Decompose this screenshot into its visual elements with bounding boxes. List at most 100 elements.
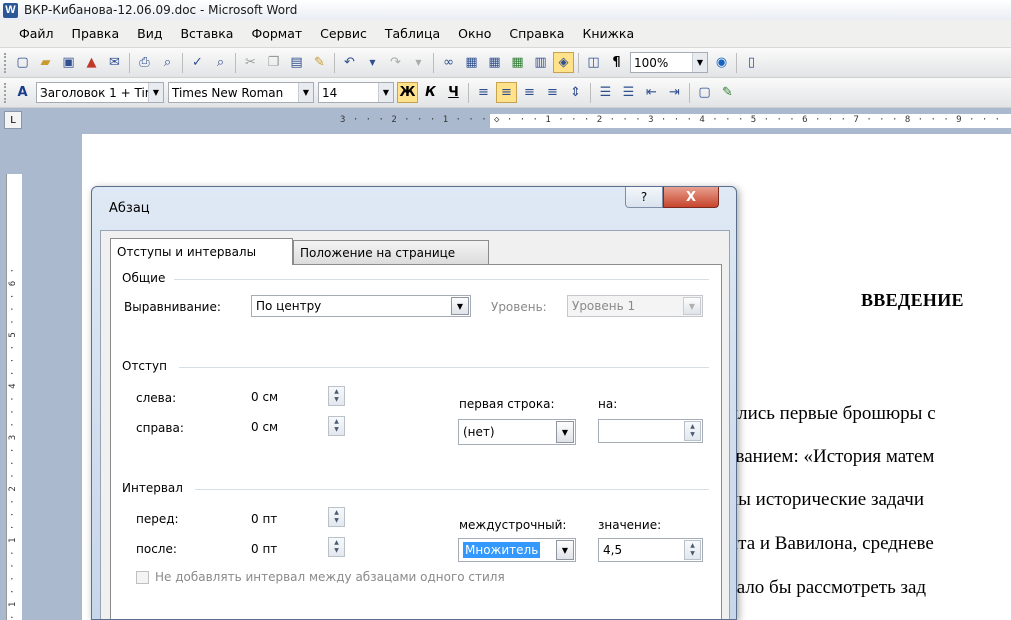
indent-left-spinner[interactable]: ▲ ▼ [328,386,345,406]
menu-help[interactable]: Справка [500,26,573,41]
by-input[interactable]: ▲ ▼ [598,419,703,443]
zoom-select[interactable]: 100% ▼ [630,52,708,73]
spacing-before-value: 0 пт [251,512,278,526]
research-icon[interactable]: ⌕ [210,52,231,73]
hyperlink-icon[interactable]: ∞ [438,52,459,73]
font-select[interactable]: Times New Roman ▼ [168,82,314,103]
line-spacing-icon[interactable]: ⇕ [565,82,586,103]
drawing-icon[interactable]: ◈ [553,52,574,73]
spin-down-icon: ▼ [690,550,695,557]
align-left-icon[interactable]: ≡ [473,82,494,103]
print-preview-icon[interactable]: ⌕ [157,52,178,73]
cut-icon[interactable]: ✂ [240,52,261,73]
no-space-checkbox[interactable] [136,571,149,584]
menu-file[interactable]: Файл [10,26,63,41]
indent-right-input[interactable]: 0 см [247,416,311,438]
document-line[interactable]: ились первые брошюры с [728,403,1011,425]
columns-icon[interactable]: ▥ [530,52,551,73]
at-spinner[interactable]: ▲ ▼ [684,540,701,560]
copy-icon[interactable]: ❐ [263,52,284,73]
toolbar-grip[interactable] [4,82,8,103]
align-right-icon[interactable]: ≡ [519,82,540,103]
bold-icon[interactable]: Ж [397,82,418,103]
menu-view[interactable]: Вид [128,26,171,41]
menu-insert[interactable]: Вставка [171,26,242,41]
dialog-body: Отступы и интервалы Положение на страниц… [100,230,730,619]
tab-line-page-breaks[interactable]: Положение на странице [293,240,489,264]
spelling-icon[interactable]: ✓ [187,52,208,73]
by-label: на: [598,397,618,411]
by-spinner[interactable]: ▲ ▼ [684,421,701,441]
format-painter-icon[interactable]: ✎ [309,52,330,73]
document-line[interactable]: званием: «История матем [728,446,1011,468]
italic-icon[interactable]: К [420,82,441,103]
document-map-icon[interactable]: ◫ [583,52,604,73]
reading-mode-icon[interactable]: ▯ [741,52,762,73]
underline-icon[interactable]: Ч [443,82,464,103]
document-line[interactable]: ны исторические задачи [728,489,1011,511]
menu-table[interactable]: Таблица [376,26,449,41]
paste-icon[interactable]: ▤ [286,52,307,73]
insert-excel-icon[interactable]: ▦ [507,52,528,73]
font-size-select[interactable]: 14 ▼ [318,82,394,103]
highlight-icon[interactable]: ✎ [717,82,738,103]
menu-edit[interactable]: Правка [63,26,129,41]
save-icon[interactable]: ▣ [58,52,79,73]
insert-table-icon[interactable]: ▦ [484,52,505,73]
style-select[interactable]: Заголовок 1 + Tim ▼ [36,82,164,103]
menu-tools[interactable]: Сервис [311,26,376,41]
menu-book[interactable]: Книжка [573,26,643,41]
borders-icon[interactable]: ▢ [694,82,715,103]
justify-icon[interactable]: ≡ [542,82,563,103]
alignment-select[interactable]: По центру ▼ [251,295,471,317]
document-line[interactable]: ита и Вавилона, средневе [728,533,1011,555]
level-value: Уровень 1 [572,299,636,313]
align-center-icon[interactable]: ≡ [496,82,517,103]
redo-icon[interactable]: ↷ [385,52,406,73]
document-line[interactable]: вало бы рассмотреть зад [728,577,1011,599]
menu-window[interactable]: Окно [449,26,500,41]
document-heading[interactable]: ВВЕДЕНИЕ [861,290,964,311]
close-button[interactable]: X [663,187,719,208]
indent-right-value: 0 см [251,420,279,434]
horizontal-ruler[interactable]: L 3 · · · 2 · · · 1 · · · ◇ · · · 1 · · … [0,108,1011,134]
chevron-down-icon: ▼ [148,83,163,102]
email-icon[interactable]: ✉ [104,52,125,73]
undo-icon[interactable]: ↶ [339,52,360,73]
spacing-before-spinner[interactable]: ▲ ▼ [328,507,345,527]
tab-indents-spacing[interactable]: Отступы и интервалы [110,238,293,265]
tab-selector[interactable]: L [4,111,22,129]
bullets-icon[interactable]: ☰ [618,82,639,103]
indent-left-input[interactable]: 0 см [247,386,311,408]
help-button[interactable]: ? [625,187,663,208]
increase-indent-icon[interactable]: ⇥ [664,82,685,103]
print-icon[interactable]: ⎙ [134,52,155,73]
spacing-before-input[interactable]: 0 пт [247,508,311,530]
new-document-icon[interactable]: ▢ [12,52,33,73]
spin-down-icon: ▼ [334,547,339,554]
styles-icon[interactable]: A [12,82,33,103]
vertical-ruler[interactable]: · 1 · · · · 1 · · · 2 · · · 3 · · · 4 · … [0,134,34,620]
toolbar-separator [736,52,737,73]
line-spacing-select[interactable]: Множитель ▼ [458,538,576,562]
toolbar-grip[interactable] [4,52,8,73]
indent-right-label: справа: [136,421,184,435]
indent-right-spinner[interactable]: ▲ ▼ [328,416,345,436]
spacing-after-spinner[interactable]: ▲ ▼ [328,537,345,557]
decrease-indent-icon[interactable]: ⇤ [641,82,662,103]
help-icon[interactable]: ◉ [711,52,732,73]
menu-format[interactable]: Формат [242,26,311,41]
show-formatting-icon[interactable]: ¶ [606,52,627,73]
at-input[interactable]: 4,5 ▲ ▼ [598,538,703,562]
open-folder-icon[interactable]: ▰ [35,52,56,73]
spacing-after-input[interactable]: 0 пт [247,538,311,560]
tables-borders-icon[interactable]: ▦ [461,52,482,73]
formatting-toolbar: A Заголовок 1 + Tim ▼ Times New Roman ▼ … [0,78,1011,108]
first-line-select[interactable]: (нет) ▼ [458,419,576,445]
word-app-icon[interactable]: W [3,2,18,18]
numbering-icon[interactable]: ☰ [595,82,616,103]
permission-icon[interactable]: ▲ [81,52,102,73]
level-select[interactable]: Уровень 1 ▼ [567,295,703,317]
redo-dropdown-icon[interactable]: ▼ [408,52,429,73]
undo-dropdown-icon[interactable]: ▼ [362,52,383,73]
